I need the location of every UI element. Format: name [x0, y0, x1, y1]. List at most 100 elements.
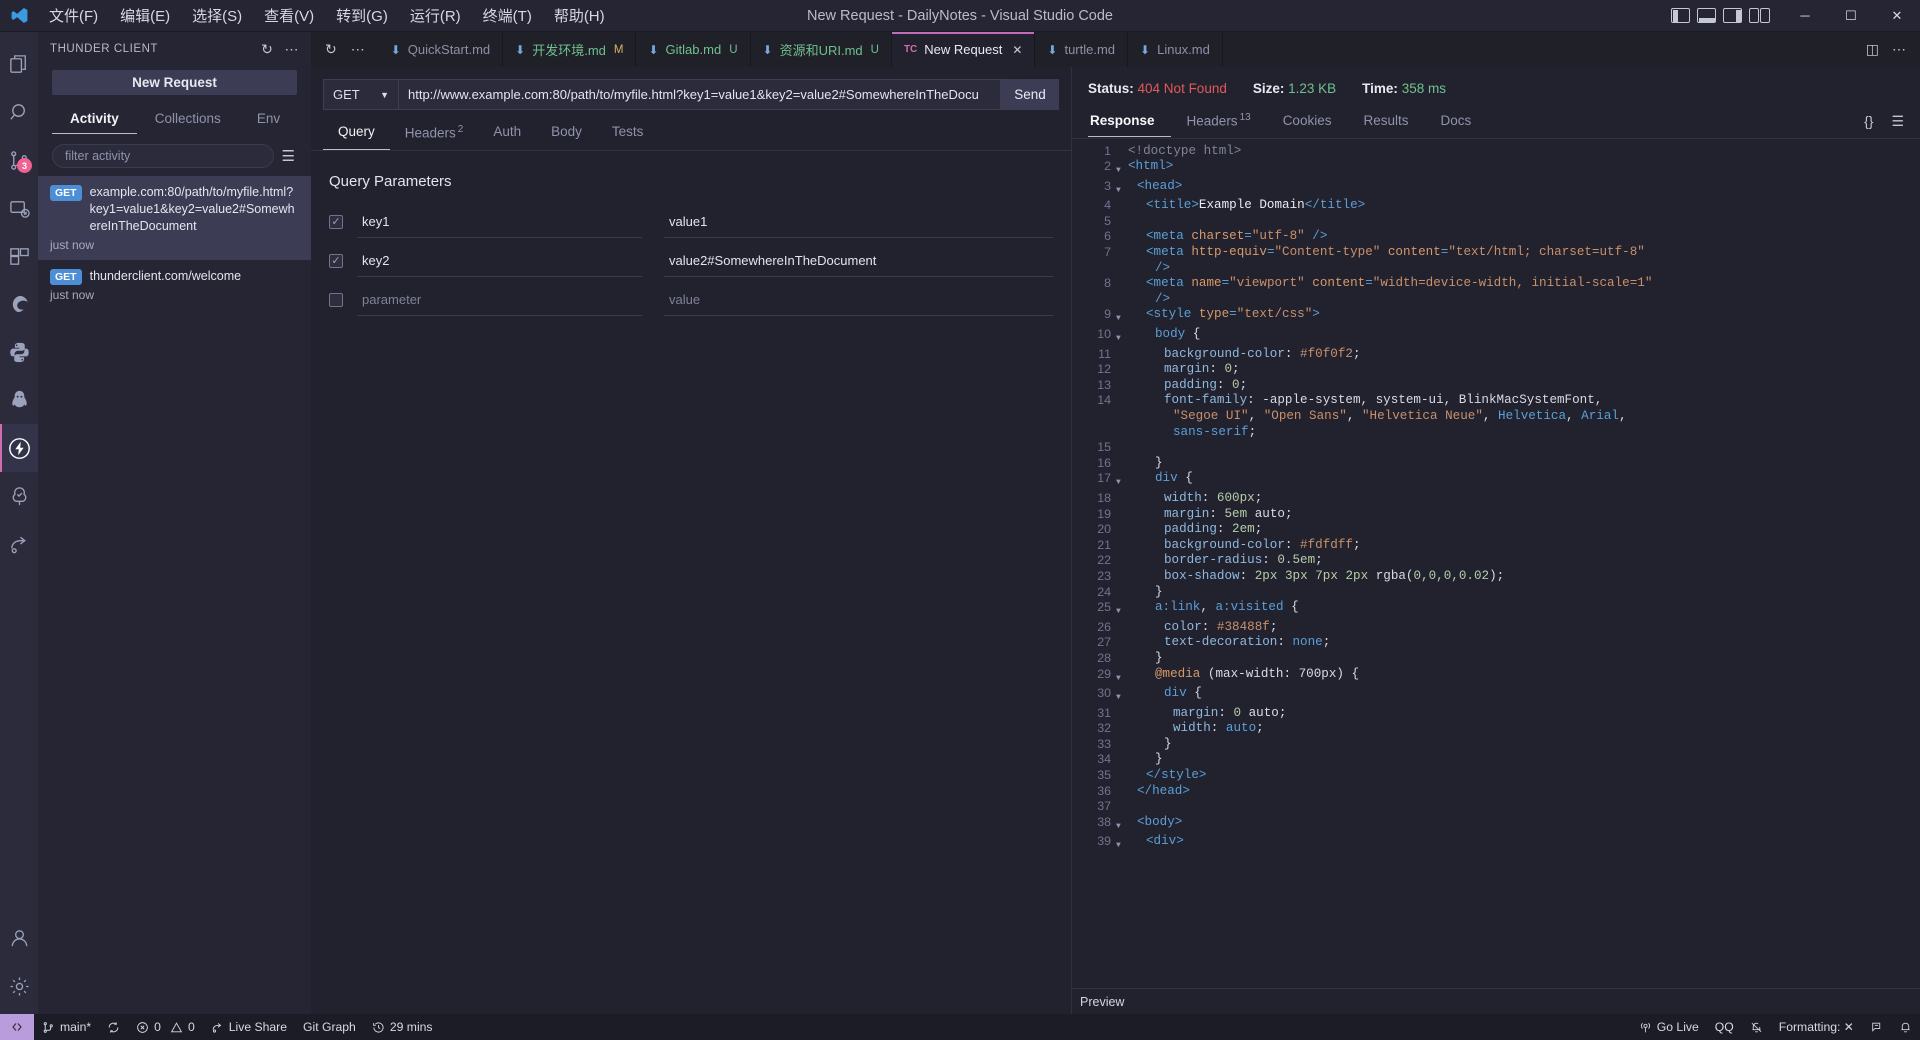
- toggle-secondary-sidebar-icon[interactable]: [1723, 8, 1742, 23]
- http-method-select[interactable]: GET ▼: [323, 79, 399, 110]
- run-debug-icon[interactable]: [0, 184, 38, 232]
- request-tab-body[interactable]: Body: [536, 118, 597, 150]
- git-graph-status[interactable]: Git Graph: [295, 1014, 364, 1040]
- fold-arrow-icon[interactable]: ▼: [1116, 686, 1128, 706]
- menu-go[interactable]: 转到(G): [325, 1, 399, 30]
- tab-new-request[interactable]: TC New Request ✕: [891, 32, 1036, 67]
- close-icon[interactable]: ✕: [1012, 43, 1022, 57]
- send-button[interactable]: Send: [1001, 79, 1059, 110]
- filter-menu-icon[interactable]: ☰: [282, 147, 297, 165]
- param-key[interactable]: key1: [357, 206, 642, 238]
- editor-more-actions-icon[interactable]: ⋯: [1892, 41, 1906, 58]
- python-icon[interactable]: [0, 328, 38, 376]
- share-icon[interactable]: [0, 520, 38, 568]
- menu-file[interactable]: 文件(F): [38, 1, 109, 30]
- remote-window-icon[interactable]: [0, 1014, 34, 1040]
- close-button[interactable]: ✕: [1874, 0, 1920, 32]
- tab-quickstart-md[interactable]: ⬇ QuickStart.md: [378, 32, 504, 67]
- tab-resources-uri-md[interactable]: ⬇ 资源和URI.md U: [750, 32, 892, 67]
- sidebar-tab-env[interactable]: Env: [239, 107, 298, 134]
- more-actions-icon[interactable]: ⋯: [284, 42, 299, 56]
- preview-bar[interactable]: Preview: [1072, 988, 1920, 1014]
- request-tab-query[interactable]: Query: [323, 118, 390, 150]
- format-json-icon[interactable]: {}: [1864, 113, 1873, 130]
- fold-arrow-icon[interactable]: ▼: [1116, 307, 1128, 327]
- param-checkbox[interactable]: ✓: [329, 214, 343, 229]
- response-tab-response[interactable]: Response: [1088, 107, 1171, 137]
- menu-run[interactable]: 运行(R): [399, 1, 472, 30]
- fold-arrow-icon[interactable]: ▼: [1116, 179, 1128, 199]
- source-control-icon[interactable]: 3: [0, 136, 38, 184]
- toggle-primary-sidebar-icon[interactable]: [1671, 8, 1690, 23]
- filter-activity-input[interactable]: [52, 144, 274, 168]
- accounts-icon[interactable]: [0, 914, 38, 962]
- request-tab-headers[interactable]: Headers 2: [390, 118, 479, 150]
- response-tab-results[interactable]: Results: [1347, 107, 1424, 137]
- explorer-icon[interactable]: [0, 40, 38, 88]
- settings-gear-icon[interactable]: [0, 962, 38, 1010]
- menu-edit[interactable]: 编辑(E): [109, 1, 181, 30]
- toggle-panel-icon[interactable]: [1697, 8, 1716, 23]
- menu-view[interactable]: 查看(V): [253, 1, 325, 30]
- fold-arrow-icon[interactable]: ▼: [1116, 159, 1128, 179]
- todo-tree-icon[interactable]: [0, 472, 38, 520]
- wakatime-status[interactable]: 29 mins: [364, 1014, 441, 1040]
- more-icon[interactable]: ⋯: [351, 41, 365, 58]
- refresh-icon[interactable]: ↻: [261, 42, 273, 56]
- fold-arrow-icon[interactable]: ▼: [1116, 327, 1128, 347]
- minimize-button[interactable]: ─: [1782, 0, 1828, 32]
- formatting-status[interactable]: Formatting: ✕: [1771, 1014, 1862, 1040]
- tab-gitlab-md[interactable]: ⬇ Gitlab.md U: [636, 32, 751, 67]
- qq-icon[interactable]: [0, 376, 38, 424]
- customize-layout-icon[interactable]: [1749, 8, 1770, 23]
- method-badge: GET: [50, 185, 82, 201]
- new-request-button[interactable]: New Request: [52, 70, 297, 95]
- sync-status[interactable]: [99, 1014, 128, 1040]
- fold-arrow-icon[interactable]: ▼: [1116, 834, 1128, 854]
- fold-arrow-icon[interactable]: ▼: [1116, 667, 1128, 687]
- feedback-status[interactable]: [1862, 1014, 1891, 1040]
- param-value[interactable]: value: [664, 284, 1053, 316]
- param-checkbox[interactable]: ✓: [329, 253, 343, 268]
- fold-arrow-icon[interactable]: ▼: [1116, 600, 1128, 620]
- response-tab-headers[interactable]: Headers 13: [1171, 106, 1267, 138]
- tab-dev-env-md[interactable]: ⬇ 开发环境.md M: [503, 32, 637, 67]
- response-tab-docs[interactable]: Docs: [1424, 107, 1487, 137]
- sidebar-tab-activity[interactable]: Activity: [52, 107, 137, 134]
- request-tab-tests[interactable]: Tests: [597, 118, 659, 150]
- url-input[interactable]: [399, 79, 1001, 110]
- list-item[interactable]: GET example.com:80/path/to/myfile.html?k…: [38, 176, 311, 260]
- edge-tools-icon[interactable]: [0, 280, 38, 328]
- response-menu-icon[interactable]: ☰: [1891, 113, 1904, 130]
- response-tab-cookies[interactable]: Cookies: [1267, 107, 1348, 137]
- response-code-viewer[interactable]: 1 <!doctype html> 2 ▼ <html> 3 ▼ <head> 4 <title>…: [1072, 139, 1920, 989]
- thunder-client-icon[interactable]: [0, 424, 38, 472]
- list-item[interactable]: GET thunderclient.com/welcome just now: [38, 260, 311, 310]
- fold-arrow-icon[interactable]: ▼: [1116, 471, 1128, 491]
- qq-status[interactable]: QQ: [1707, 1014, 1742, 1040]
- extensions-icon[interactable]: [0, 232, 38, 280]
- problems-status[interactable]: 0 0: [128, 1014, 203, 1040]
- param-key[interactable]: parameter: [357, 284, 642, 316]
- sidebar-tab-collections[interactable]: Collections: [137, 107, 239, 134]
- search-icon[interactable]: [0, 88, 38, 136]
- maximize-button[interactable]: ☐: [1828, 0, 1874, 32]
- menu-selection[interactable]: 选择(S): [181, 1, 253, 30]
- branch-status[interactable]: main*: [34, 1014, 99, 1040]
- menu-help[interactable]: 帮助(H): [543, 1, 616, 30]
- live-share-status[interactable]: Live Share: [203, 1014, 295, 1040]
- bell-slash-status[interactable]: [1742, 1014, 1771, 1040]
- request-tab-auth[interactable]: Auth: [478, 118, 536, 150]
- tab-turtle-md[interactable]: ⬇ turtle.md: [1035, 32, 1129, 67]
- param-value[interactable]: value1: [664, 206, 1053, 238]
- notifications-status[interactable]: [1891, 1014, 1920, 1040]
- param-key[interactable]: key2: [357, 245, 642, 277]
- fold-arrow-icon[interactable]: ▼: [1116, 815, 1128, 835]
- go-live-status[interactable]: Go Live: [1631, 1014, 1707, 1040]
- param-value[interactable]: value2#SomewhereInTheDocument: [664, 245, 1053, 277]
- tab-linux-md[interactable]: ⬇ Linux.md: [1128, 32, 1223, 67]
- param-checkbox[interactable]: [329, 292, 343, 307]
- split-editor-icon[interactable]: ◫: [1866, 41, 1879, 58]
- reload-icon[interactable]: ↻: [325, 41, 337, 58]
- menu-terminal[interactable]: 终端(T): [472, 1, 543, 30]
